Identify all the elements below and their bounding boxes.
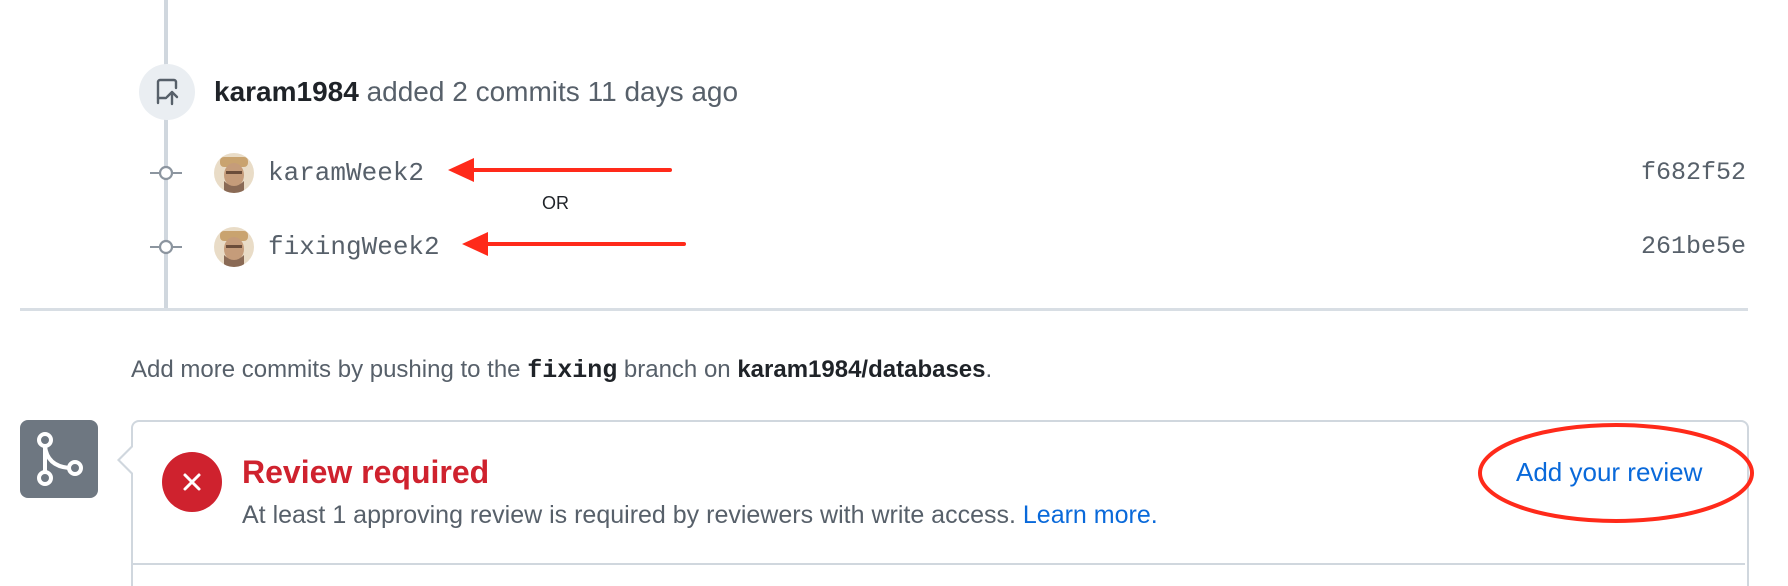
repo-push-icon [139, 64, 195, 120]
review-required-description: At least 1 approving review is required … [242, 497, 1158, 533]
branch-name: fixing [527, 356, 618, 385]
avatar[interactable] [214, 227, 254, 267]
repo-name[interactable]: karam1984/databases [737, 356, 985, 383]
review-required-title: Review required [242, 454, 490, 490]
merge-box-separator [133, 563, 1745, 565]
commit-sha[interactable]: f682f52 [1641, 151, 1746, 195]
annotation-or-label: OR [542, 193, 569, 213]
push-event-text: karam1984 added 2 commits 11 days ago [214, 72, 738, 112]
timeline-divider [20, 308, 1748, 311]
pull-request-timeline: karam1984 added 2 commits 11 days ago ka… [0, 0, 1788, 586]
commit-row: karamWeek2 f682f52 [0, 151, 1788, 195]
git-commit-icon [150, 165, 182, 181]
annotation-ellipse [1478, 423, 1754, 523]
commit-row: fixingWeek2 261be5e [0, 225, 1788, 269]
learn-more-link[interactable]: Learn more. [1023, 501, 1158, 529]
avatar[interactable] [214, 153, 254, 193]
git-merge-icon [20, 420, 98, 498]
git-commit-icon [150, 239, 182, 255]
commit-message[interactable]: fixingWeek2 [268, 225, 440, 269]
push-hint: Add more commits by pushing to the fixin… [131, 352, 992, 389]
annotation-arrow [462, 232, 686, 256]
commit-sha[interactable]: 261be5e [1641, 225, 1746, 269]
hint-middle: branch on [623, 356, 731, 383]
hint-suffix: . [985, 356, 993, 383]
commit-message[interactable]: karamWeek2 [268, 151, 424, 195]
x-circle-icon [162, 452, 222, 512]
hint-prefix: Add more commits by pushing to the [131, 356, 521, 383]
review-description-text: At least 1 approving review is required … [242, 501, 1016, 529]
event-action: added 2 commits [366, 76, 580, 107]
event-time[interactable]: 11 days ago [588, 76, 739, 107]
event-author[interactable]: karam1984 [214, 76, 359, 107]
annotation-arrow [448, 158, 672, 182]
